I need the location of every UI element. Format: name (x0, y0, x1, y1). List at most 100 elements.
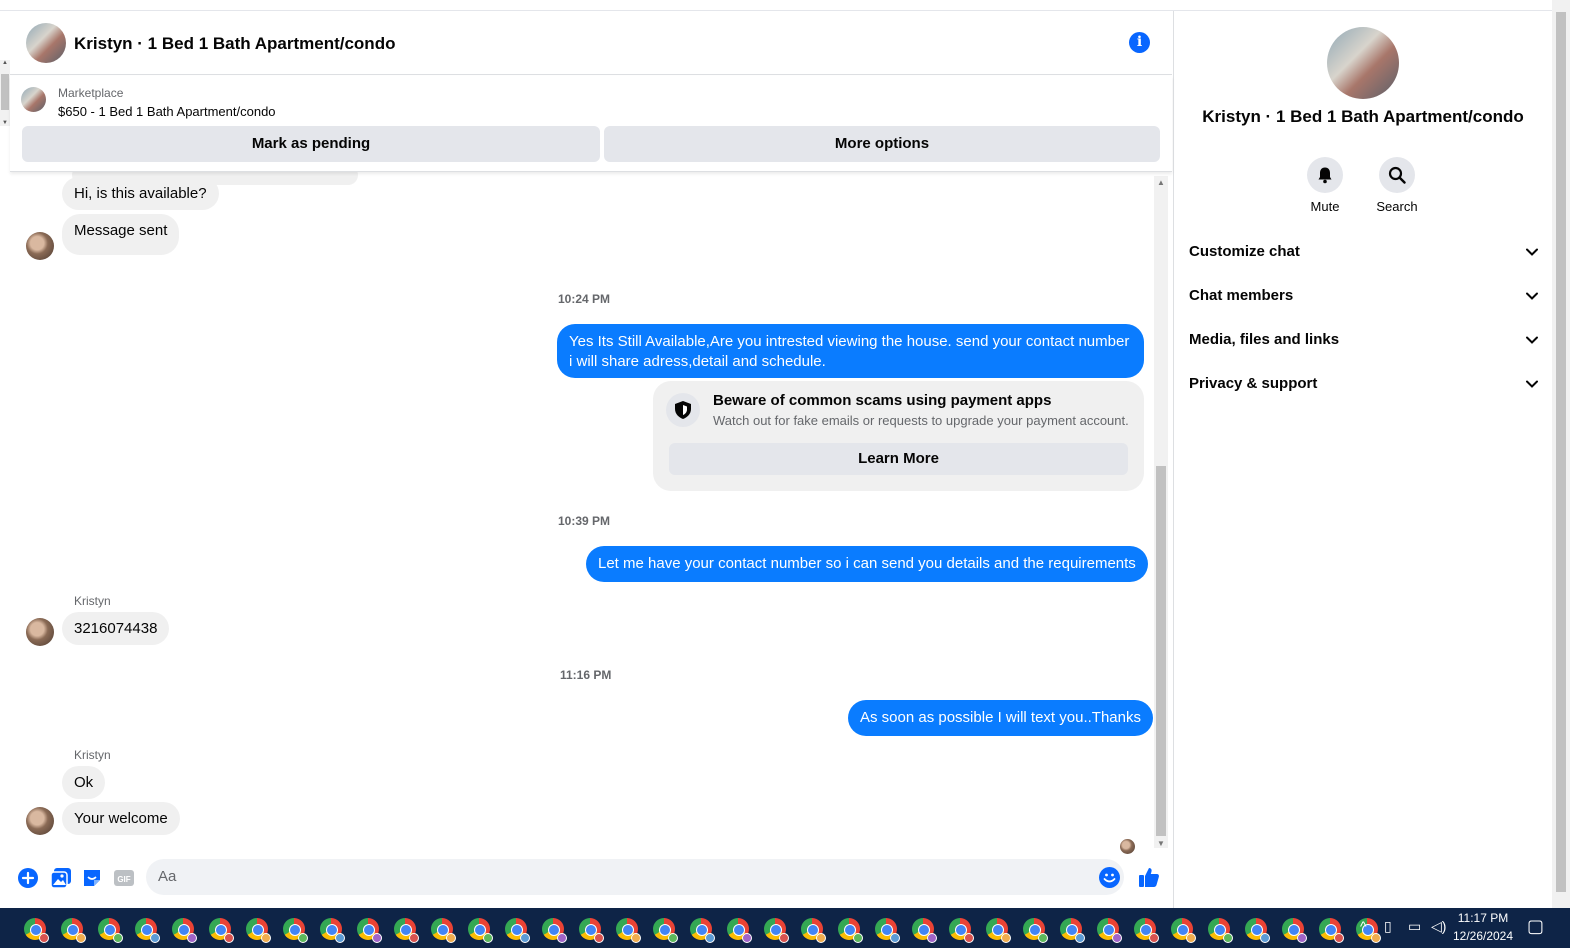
notification-icon[interactable]: ▢ (1527, 916, 1544, 937)
profile-badge-icon (853, 933, 863, 943)
info-icon[interactable]: i (1129, 32, 1150, 53)
chrome-profile-icon[interactable] (1023, 918, 1048, 943)
chrome-profile-icon[interactable] (320, 918, 345, 943)
chrome-profile-icon[interactable] (838, 918, 863, 943)
listing-avatar[interactable] (26, 23, 66, 63)
listing-price-title[interactable]: $650 - 1 Bed 1 Bath Apartment/condo (58, 104, 276, 119)
privacy-support-row[interactable]: Privacy & support (1189, 375, 1539, 405)
chrome-profile-icon[interactable] (1208, 918, 1233, 943)
chrome-profile-icon[interactable] (246, 918, 271, 943)
chrome-profile-icon[interactable] (616, 918, 641, 943)
profile-badge-icon (1149, 933, 1159, 943)
profile-badge-icon (483, 933, 493, 943)
emoji-icon[interactable] (1099, 867, 1120, 888)
mute-button[interactable]: Mute (1285, 157, 1365, 214)
chrome-profile-icon[interactable] (579, 918, 604, 943)
chrome-profile-icon[interactable] (135, 918, 160, 943)
chrome-profile-icon[interactable] (875, 918, 900, 943)
chrome-profile-icon[interactable] (1171, 918, 1196, 943)
listing-avatar-large[interactable] (1327, 27, 1399, 99)
network-icon[interactable]: ▭ (1408, 918, 1421, 935)
chrome-profile-icon[interactable] (61, 918, 86, 943)
scroll-down-icon[interactable]: ▼ (2, 120, 8, 126)
listing-thumbnail[interactable] (21, 87, 46, 112)
media-files-links-row[interactable]: Media, files and links (1189, 331, 1539, 361)
shield-icon (666, 393, 700, 427)
chrome-profile-icon[interactable] (949, 918, 974, 943)
contact-avatar[interactable] (26, 618, 54, 646)
chrome-profile-icon[interactable] (468, 918, 493, 943)
chrome-profile-icon[interactable] (431, 918, 456, 943)
customize-chat-row[interactable]: Customize chat (1189, 243, 1539, 273)
chrome-profile-icon[interactable] (1060, 918, 1085, 943)
search-icon[interactable] (1379, 157, 1415, 193)
chrome-profile-icon[interactable] (1097, 918, 1122, 943)
volume-icon[interactable]: ◁) (1431, 918, 1446, 935)
more-options-button[interactable]: More options (604, 126, 1160, 162)
scroll-up-icon[interactable]: ▲ (2, 60, 8, 66)
sticker-icon[interactable] (81, 867, 103, 889)
chevron-up-icon[interactable]: ^ (1360, 918, 1367, 934)
scroll-thumb[interactable] (1556, 12, 1566, 892)
profile-badge-icon (594, 933, 604, 943)
clock-time[interactable]: 11:17 PM (1448, 911, 1518, 925)
row-label: Customize chat (1189, 243, 1300, 260)
contact-avatar[interactable] (26, 807, 54, 835)
page-scrollbar[interactable] (1552, 0, 1570, 908)
chrome-profile-icon[interactable] (394, 918, 419, 943)
chrome-profile-icon[interactable] (209, 918, 234, 943)
message-list[interactable]: Hi, is this available? Message sent 10:2… (10, 171, 1172, 856)
message-bubble-incoming[interactable]: 3216074438 (62, 612, 170, 645)
chrome-profile-icon[interactable] (283, 918, 308, 943)
gif-icon[interactable]: GIF (113, 867, 135, 889)
message-bubble-incoming: Ok (62, 766, 106, 799)
chrome-profile-icon[interactable] (98, 918, 123, 943)
chrome-profile-icon[interactable] (912, 918, 937, 943)
chrome-profile-icon[interactable] (505, 918, 530, 943)
chrome-profile-icon[interactable] (172, 918, 197, 943)
profile-badge-icon (446, 933, 456, 943)
messages-scrollbar[interactable]: ▲ ▼ (1154, 176, 1168, 848)
chrome-profile-icon[interactable] (1282, 918, 1307, 943)
chrome-profile-icon[interactable] (1134, 918, 1159, 943)
scroll-down-icon[interactable]: ▼ (1157, 839, 1165, 848)
chrome-profile-icon[interactable] (801, 918, 826, 943)
marketplace-banner: Marketplace $650 - 1 Bed 1 Bath Apartmen… (10, 76, 1172, 172)
contact-avatar[interactable] (26, 232, 54, 260)
chrome-profile-icon[interactable] (357, 918, 382, 943)
scroll-up-icon[interactable]: ▲ (1157, 178, 1165, 187)
mark-as-pending-button[interactable]: Mark as pending (22, 126, 600, 162)
chrome-profile-icon[interactable] (24, 918, 49, 943)
bell-icon[interactable] (1307, 157, 1343, 193)
profile-badge-icon (557, 933, 567, 943)
profile-badge-icon (1223, 933, 1233, 943)
chrome-profile-icon[interactable] (653, 918, 678, 943)
learn-more-button[interactable]: Learn More (669, 443, 1128, 475)
plus-icon[interactable] (17, 867, 39, 889)
message-input[interactable]: Aa (146, 859, 1124, 895)
search-button[interactable]: Search (1357, 157, 1437, 214)
chrome-profile-icon[interactable] (690, 918, 715, 943)
chrome-profile-icon[interactable] (764, 918, 789, 943)
message-bubble-outgoing: Let me have your contact number so i can… (586, 546, 1148, 582)
chevron-down-icon (1526, 380, 1538, 388)
profile-badge-icon (1186, 933, 1196, 943)
mute-label: Mute (1310, 199, 1340, 214)
chrome-profile-icon[interactable] (727, 918, 752, 943)
device-icon[interactable]: ▯ (1384, 918, 1392, 935)
thumbs-up-icon[interactable] (1138, 866, 1160, 888)
chat-title[interactable]: Kristyn · 1 Bed 1 Bath Apartment/condo (74, 34, 395, 54)
message-bubble-incoming: Hi, is this available? (62, 177, 219, 210)
chrome-profile-icon[interactable] (986, 918, 1011, 943)
chat-members-row[interactable]: Chat members (1189, 287, 1539, 317)
scroll-thumb[interactable] (1, 74, 9, 110)
profile-badge-icon (742, 933, 752, 943)
clock-date[interactable]: 12/26/2024 (1448, 929, 1518, 943)
chrome-profile-icon[interactable] (1319, 918, 1344, 943)
scroll-thumb[interactable] (1156, 466, 1166, 836)
left-mini-scrollbar[interactable]: ▲ ▼ (0, 60, 10, 126)
profile-badge-icon (150, 933, 160, 943)
chrome-profile-icon[interactable] (1245, 918, 1270, 943)
photo-icon[interactable] (50, 867, 72, 889)
chrome-profile-icon[interactable] (542, 918, 567, 943)
